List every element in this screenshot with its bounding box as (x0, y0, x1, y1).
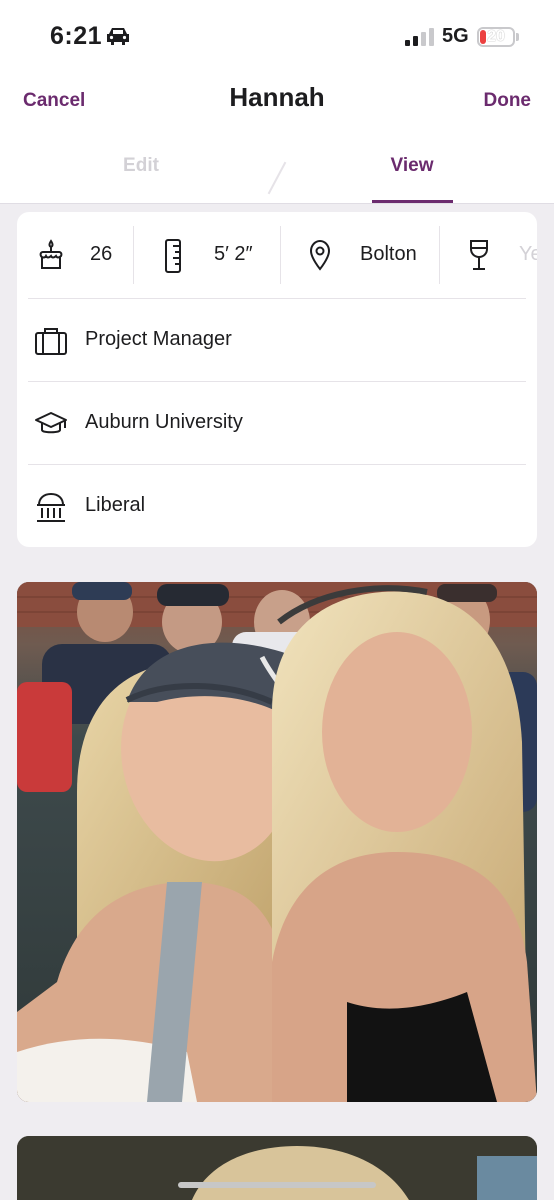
vital-location: Bolton (281, 212, 439, 298)
vital-height: 5′ 2″ (134, 212, 280, 298)
network-type: 5G (442, 25, 469, 47)
ruler-icon (165, 239, 181, 273)
detail-politics: Liberal (17, 465, 537, 547)
active-tab-indicator (372, 200, 453, 203)
wine-glass-icon (470, 240, 488, 270)
done-button[interactable]: Done (484, 90, 532, 112)
profile-info-card: 26 5′ 2″ Bolton Ye Project Manager Aubur… (17, 212, 537, 547)
detail-politics-value: Liberal (85, 494, 146, 516)
battery-percent: 20 (487, 28, 505, 45)
battery-icon: 20 (477, 27, 515, 47)
battery-cap (516, 33, 519, 41)
briefcase-icon (35, 328, 67, 355)
vital-age-value: 26 (90, 243, 113, 265)
detail-school: Auburn University (17, 382, 537, 465)
vital-drinking-value: Ye (519, 243, 537, 265)
car-icon (107, 28, 129, 45)
status-bar: 6:21 5G 20 (0, 0, 554, 70)
politics-building-icon (37, 492, 65, 522)
vital-age: 26 (17, 212, 133, 298)
selfie-photo (17, 582, 537, 1102)
nav-header: Cancel Hannah Done Edit View (0, 70, 554, 204)
photo-2-image (17, 1136, 537, 1200)
tab-edit[interactable]: Edit (3, 155, 279, 177)
profile-photo-2[interactable] (17, 1136, 537, 1200)
status-time: 6:21 (50, 22, 103, 50)
birthday-cake-icon (39, 239, 63, 269)
profile-photo-1[interactable] (17, 582, 537, 1102)
vital-drinking: Ye (440, 212, 537, 298)
detail-job: Project Manager (17, 299, 537, 382)
home-indicator[interactable] (178, 1182, 376, 1188)
cellular-signal-icon (405, 28, 434, 46)
detail-school-value: Auburn University (85, 411, 243, 433)
page-title: Hannah (229, 82, 325, 112)
vitals-row[interactable]: 26 5′ 2″ Bolton Ye (17, 212, 537, 298)
detail-job-value: Project Manager (85, 328, 232, 350)
vital-height-value: 5′ 2″ (214, 243, 253, 265)
tab-view[interactable]: View (274, 155, 550, 177)
graduation-cap-icon (35, 412, 67, 434)
location-pin-icon (309, 239, 331, 271)
vital-location-value: Bolton (360, 243, 417, 265)
